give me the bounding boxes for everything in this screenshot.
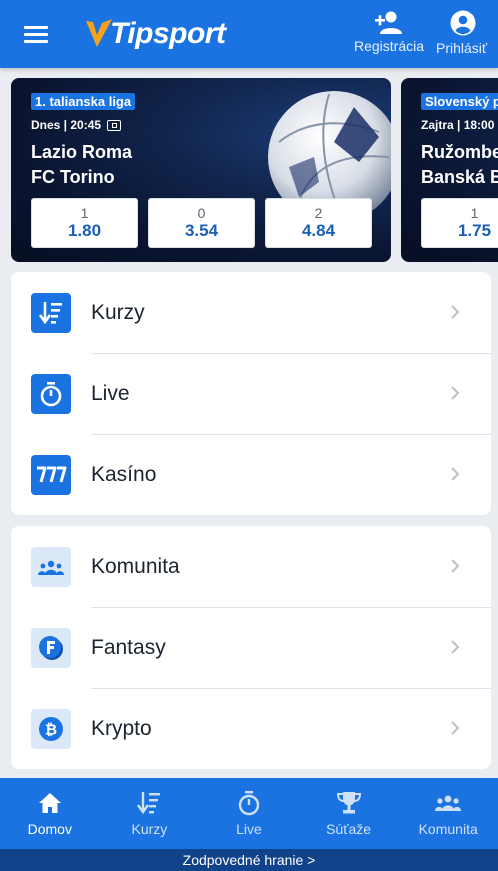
odd-button-home[interactable]: 1 1.80 [31, 198, 138, 248]
nav-item-kurzy[interactable]: Kurzy [100, 778, 200, 849]
menu-label: Live [91, 381, 130, 405]
league-badge: Slovenský p [421, 93, 498, 110]
odd-label: 1 [470, 205, 479, 221]
menu-item-fantasy[interactable]: Fantasy [11, 607, 491, 688]
chevron-right-icon [451, 640, 460, 654]
nav-label: Live [236, 821, 262, 837]
nav-item-live[interactable]: Live [199, 778, 299, 849]
svg-text:₿: ₿ [45, 720, 57, 738]
odd-label: 2 [314, 205, 323, 221]
menu-label: Kasíno [91, 462, 157, 486]
menu-label: Fantasy [91, 635, 166, 659]
nav-item-domov[interactable]: Domov [0, 778, 100, 849]
login-label: Prihlásiť [436, 40, 488, 56]
menu-label: Krypto [91, 716, 152, 740]
add-user-icon [375, 11, 402, 34]
team-home: Lazio Roma [31, 142, 133, 162]
fantasy-coin-icon [31, 627, 71, 668]
team-away: FC Torino [31, 167, 115, 187]
match-card[interactable]: 1. talianska liga Dnes | 20:45 Lazio Rom… [11, 78, 391, 262]
odd-button-draw[interactable]: 0 3.54 [148, 198, 255, 248]
odds-sort-icon [31, 292, 71, 333]
menu-label: Komunita [91, 554, 180, 578]
account-circle-icon [450, 10, 476, 36]
tv-icon [107, 119, 122, 131]
register-button[interactable]: Registrácia [351, 10, 427, 54]
odd-value: 1.80 [67, 221, 102, 240]
chevron-right-icon [451, 559, 460, 573]
nav-label: Domov [27, 821, 72, 837]
odd-value: 1.75 [457, 221, 492, 240]
odd-value: 4.84 [301, 221, 336, 240]
menu-item-kurzy[interactable]: Kurzy [11, 272, 491, 353]
menu-panel-primary: Kurzy Live Kasíno [11, 272, 491, 515]
menu-panel-secondary: Komunita Fantasy ₿ Krypto [11, 526, 491, 769]
menu-item-komunita[interactable]: Komunita [11, 526, 491, 607]
odd-value: 3.54 [184, 221, 219, 240]
community-icon [435, 795, 462, 811]
menu-item-kasino[interactable]: Kasíno [11, 434, 491, 515]
chevron-right-icon [451, 305, 460, 319]
match-time-text: Zajtra | 18:00 [421, 118, 495, 132]
tipsport-logo[interactable]: Tipsport [84, 14, 226, 54]
match-card[interactable]: Slovenský p Zajtra | 18:00 Ružomber Bans… [401, 78, 498, 262]
community-icon [31, 546, 71, 587]
nav-label: Kurzy [131, 821, 168, 837]
odd-button-away[interactable]: 2 4.84 [265, 198, 372, 248]
register-label: Registrácia [353, 38, 425, 54]
team-away: Banská By [421, 167, 498, 187]
home-icon [38, 793, 61, 813]
nav-item-komunita[interactable]: Komunita [398, 778, 498, 849]
odds-sort-icon [137, 792, 161, 815]
chevron-right-icon [451, 467, 460, 481]
menu-label: Kurzy [91, 300, 145, 324]
nav-item-sutaze[interactable]: Súťaže [299, 778, 399, 849]
nav-label: Komunita [418, 821, 478, 837]
odd-label: 1 [80, 205, 89, 221]
logo-text: Tipsport [110, 17, 226, 50]
menu-hamburger-icon[interactable] [20, 20, 52, 48]
login-button[interactable]: Prihlásiť [434, 10, 498, 56]
odd-label: 0 [197, 205, 206, 221]
team-home: Ružomber [421, 142, 498, 162]
odds-row: 1 1.80 0 3.54 2 4.84 [31, 198, 372, 248]
top-header: Tipsport Registrácia Prihlásiť [0, 0, 498, 68]
responsible-gaming-link[interactable]: Zodpovedné hranie > [0, 849, 498, 871]
match-carousel[interactable]: 1. talianska liga Dnes | 20:45 Lazio Rom… [0, 78, 498, 264]
chevron-right-icon [451, 386, 460, 400]
chevron-right-icon [451, 721, 460, 735]
odds-row: 1 1.75 [421, 198, 498, 248]
stopwatch-icon [238, 791, 260, 816]
nav-label: Súťaže [326, 821, 372, 837]
bitcoin-icon: ₿ [31, 708, 71, 749]
stopwatch-icon [31, 373, 71, 414]
match-time: Dnes | 20:45 [31, 118, 122, 132]
match-time: Zajtra | 18:00 [421, 118, 494, 132]
trophy-icon [336, 792, 361, 814]
menu-item-krypto[interactable]: ₿ Krypto [11, 688, 491, 769]
odd-button-home[interactable]: 1 1.75 [421, 198, 498, 248]
league-badge: 1. talianska liga [31, 93, 136, 110]
menu-item-live[interactable]: Live [11, 353, 491, 434]
777-icon [31, 454, 71, 495]
bottom-navigation: Domov Kurzy Live Súťaže Komunita [0, 778, 498, 849]
match-time-text: Dnes | 20:45 [31, 118, 102, 132]
